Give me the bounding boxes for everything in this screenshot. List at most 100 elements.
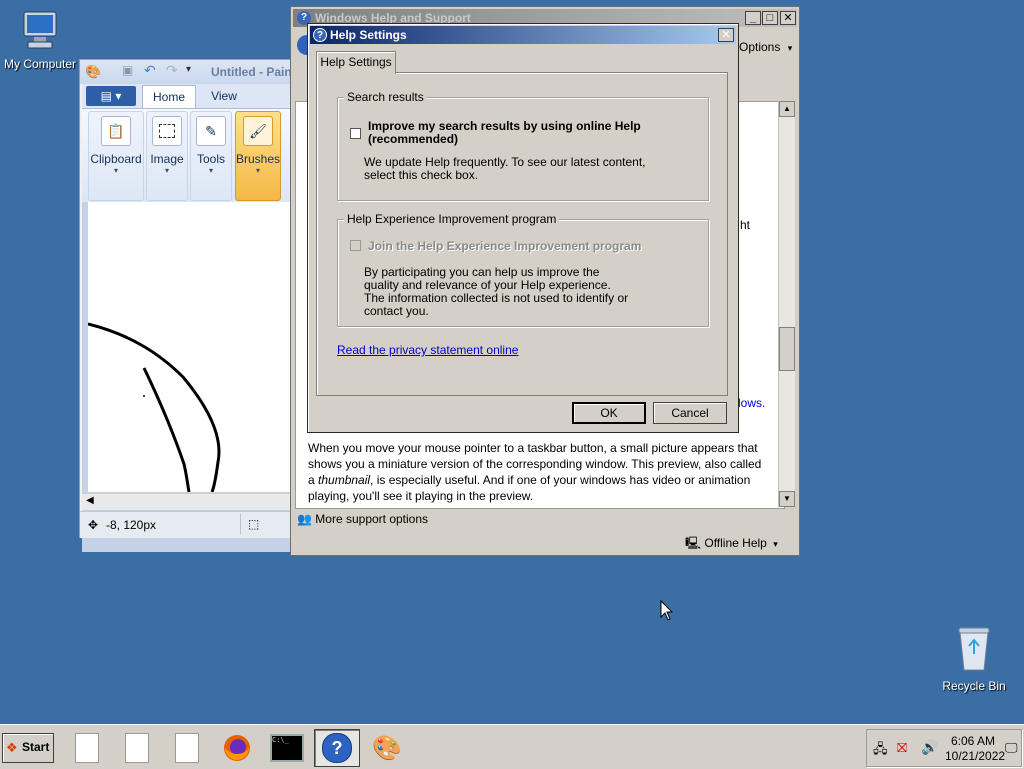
document-icon: [75, 733, 99, 763]
help-vertical-scrollbar[interactable]: ▲ ▼: [778, 101, 795, 507]
cursor-position-icon: ✥: [88, 518, 99, 532]
taskbar-firefox[interactable]: [214, 729, 260, 767]
paint-ribbon-tabs: ▤ ▾ Home View: [82, 84, 290, 109]
paint-window[interactable]: 🎨 ▣ ↶ ↷ ▾ Untitled - Paint ▤ ▾ Home View…: [79, 59, 293, 552]
taskbar-help[interactable]: ?: [314, 729, 360, 767]
scroll-thumb[interactable]: [779, 327, 795, 371]
paint-horizontal-scrollbar[interactable]: ◀: [82, 493, 290, 510]
paint-title: Untitled - Paint: [211, 65, 291, 79]
taskbar-document-2[interactable]: [114, 729, 160, 767]
image-group[interactable]: Image ▾: [146, 111, 188, 201]
security-alert-icon[interactable]: ⛝: [897, 740, 907, 756]
paint-titlebar: 🎨 ▣ ↶ ↷ ▾ Untitled - Paint: [80, 60, 292, 84]
tools-group[interactable]: ✎ Tools ▾: [190, 111, 232, 201]
clock-time[interactable]: 6:06 AM: [951, 734, 995, 748]
close-button[interactable]: ✕: [780, 11, 796, 25]
selection-size-icon: ⬚: [248, 517, 260, 531]
select-icon: [152, 116, 182, 146]
drawing-stroke: [87, 322, 221, 493]
people-icon: 👥: [297, 512, 312, 526]
desktop-icon-recycle-bin[interactable]: Recycle Bin: [934, 624, 1014, 693]
join-program-checkbox[interactable]: [350, 240, 361, 251]
ok-button[interactable]: OK: [572, 402, 646, 424]
start-button[interactable]: ❖ Start: [2, 733, 54, 763]
cancel-button[interactable]: Cancel: [653, 402, 727, 424]
search-results-group: Search results Improve my search results…: [337, 90, 709, 201]
paint-ribbon: 📋 Clipboard ▾ Image ▾ ✎ Tools ▾ 🖌 Brushe…: [82, 108, 290, 203]
tab-view[interactable]: View: [200, 85, 248, 107]
mouse-cursor-icon: [660, 600, 674, 621]
chevron-down-icon: ▾: [164, 166, 169, 175]
taskbar-document-3[interactable]: [164, 729, 210, 767]
offline-help-menu[interactable]: 🖳 Offline Help ▾: [685, 534, 778, 555]
more-support-options[interactable]: 👥 More support options: [297, 512, 428, 526]
network-icon[interactable]: 🖧: [873, 740, 888, 762]
firefox-icon: [224, 735, 250, 761]
dialog-close-button[interactable]: ✕: [718, 28, 734, 42]
paint-palette-icon: 🎨: [372, 734, 402, 762]
scroll-up-icon[interactable]: ▲: [779, 101, 795, 117]
clipboard-icon: 📋: [101, 116, 131, 146]
tab-help-settings[interactable]: Help Settings: [316, 51, 396, 74]
help-icon: ?: [322, 733, 352, 763]
improve-search-checkbox[interactable]: [350, 128, 361, 139]
undo-icon[interactable]: ↶: [144, 62, 156, 79]
desktop-icon-my-computer[interactable]: My Computer: [0, 10, 80, 71]
join-program-label[interactable]: Join the Help Experience Improvement pro…: [368, 239, 688, 253]
taskbar-command-prompt[interactable]: C:\_: [264, 729, 310, 767]
tab-home[interactable]: Home: [142, 85, 196, 109]
taskbar: ❖ Start C:\_ ? 🎨 🖧 ⛝ 🔊 6:06 AM 10/21/202…: [0, 724, 1024, 769]
paint-canvas[interactable]: [87, 202, 290, 493]
qat-dropdown-icon[interactable]: ▾: [186, 64, 191, 75]
paint-statusbar: ✥ -8, 120px ⬚: [80, 511, 292, 538]
partial-text: ht: [740, 218, 751, 232]
taskbar-document-1[interactable]: [64, 729, 110, 767]
minimize-button[interactable]: _: [745, 11, 761, 25]
terminal-icon: C:\_: [270, 734, 304, 762]
help-settings-dialog[interactable]: ? Help Settings ✕ Help Settings Search r…: [307, 23, 739, 433]
cursor-position: -8, 120px: [106, 518, 157, 532]
chevron-down-icon: ▾: [787, 43, 793, 53]
improve-search-label[interactable]: Improve my search results by using onlin…: [368, 120, 668, 146]
taskbar-paint[interactable]: 🎨: [364, 729, 410, 767]
maximize-button[interactable]: □: [762, 11, 778, 25]
search-description: We update Help frequently. To see our la…: [364, 155, 646, 182]
brushes-group[interactable]: 🖌 Brushes ▾: [235, 111, 281, 201]
computer-icon: [23, 11, 57, 49]
windows-logo-icon: ❖: [6, 740, 18, 755]
show-desktop-icon[interactable]: 🖵: [1005, 740, 1018, 756]
desktop-icon-label: Recycle Bin: [942, 679, 1006, 693]
group-legend: Help Experience Improvement program: [344, 212, 560, 226]
paint-menu-button[interactable]: ▤ ▾: [86, 86, 136, 106]
dialog-titlebar: ? Help Settings ✕: [310, 26, 736, 44]
improvement-program-group: Help Experience Improvement program Join…: [337, 212, 709, 327]
scroll-down-icon[interactable]: ▼: [779, 491, 795, 507]
chevron-down-icon: ▾: [773, 539, 778, 549]
volume-icon[interactable]: 🔊: [921, 739, 938, 756]
scroll-left-icon[interactable]: ◀: [86, 495, 94, 506]
brush-icon: 🖌: [243, 116, 273, 146]
recycle-bin-icon: [958, 627, 990, 671]
help-paragraph: When you move your mouse pointer to a ta…: [308, 441, 762, 503]
chevron-down-icon: ▾: [113, 166, 118, 175]
document-icon: [175, 733, 199, 763]
paint-app-icon: 🎨: [85, 64, 102, 79]
dialog-title: Help Settings: [330, 28, 407, 42]
chevron-down-icon: ▾: [208, 166, 213, 175]
tools-icon: ✎: [196, 116, 226, 146]
menu-icon: ▤: [100, 89, 116, 103]
clock-date[interactable]: 10/21/2022: [945, 749, 1005, 763]
status-divider: [240, 514, 241, 534]
dialog-tab-panel: Search results Improve my search results…: [316, 72, 728, 396]
desktop-icon-label: My Computer: [3, 57, 77, 71]
clipboard-group[interactable]: 📋 Clipboard ▾: [88, 111, 144, 201]
system-tray: 🖧 ⛝ 🔊 6:06 AM 10/21/2022 🖵: [866, 729, 1022, 767]
redo-icon[interactable]: ↷: [166, 62, 178, 79]
program-description: By participating you can help us improve…: [364, 265, 629, 318]
document-icon: [125, 733, 149, 763]
options-menu[interactable]: Options ▾: [739, 40, 792, 54]
save-icon[interactable]: ▣: [122, 63, 133, 77]
privacy-statement-link[interactable]: Read the privacy statement online: [337, 343, 518, 357]
group-legend: Search results: [344, 90, 427, 104]
chevron-down-icon: ▾: [255, 166, 260, 175]
